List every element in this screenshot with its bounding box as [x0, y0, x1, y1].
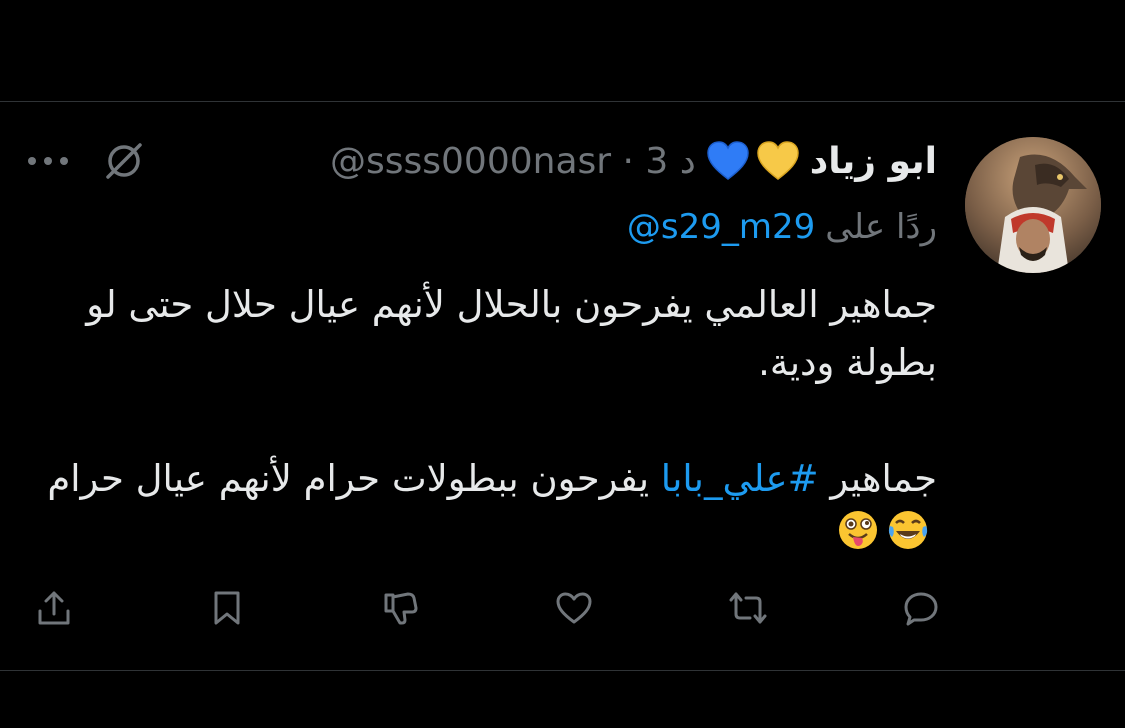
- tweet-paragraph-1: جماهير العالمي يفرحون بالحلال لأنهم عيال…: [86, 283, 937, 384]
- avatar-image: [965, 137, 1101, 273]
- retweet-icon[interactable]: [724, 584, 772, 632]
- hashtag-link[interactable]: #علي_بابا: [661, 457, 819, 500]
- author-name[interactable]: ابو زياد: [810, 141, 937, 182]
- paragraph-2-start: جماهير: [818, 457, 937, 500]
- paragraph-2-end: يفرحون ببطولات حرام لأنهم عيال حرام: [47, 457, 661, 500]
- yellow-heart-icon: [757, 141, 799, 180]
- bottom-divider: [0, 670, 1125, 671]
- author-badges: [706, 141, 800, 181]
- avatar[interactable]: [965, 137, 1101, 273]
- top-divider: [0, 101, 1125, 102]
- share-icon[interactable]: [30, 584, 78, 632]
- action-bar: [30, 584, 945, 632]
- grok-icon[interactable]: [102, 139, 146, 183]
- blue-heart-icon: [707, 141, 749, 180]
- laughing-tears-emoji-icon: [887, 509, 929, 568]
- winking-tongue-emoji-icon: [837, 509, 879, 568]
- reply-handle-link[interactable]: @s29_m29: [627, 207, 815, 247]
- tweet-body: جماهير العالمي يفرحون بالحلال لأنهم عيال…: [37, 276, 937, 568]
- more-icon[interactable]: [26, 155, 70, 167]
- header-actions: [26, 137, 146, 185]
- tweet-header: ابو زياد @ssss0000nasr · 3 د: [330, 137, 937, 185]
- reply-icon[interactable]: [897, 584, 945, 632]
- bookmark-icon[interactable]: [203, 584, 251, 632]
- dislike-icon[interactable]: [377, 584, 425, 632]
- reply-label: ردًا على: [825, 207, 937, 247]
- tweet-paragraph-2: جماهير #علي_بابا يفرحون ببطولات حرام لأن…: [37, 450, 937, 568]
- tweet-meta[interactable]: @ssss0000nasr · 3 د: [330, 141, 696, 182]
- reply-to-line: ردًا على @s29_m29: [627, 203, 937, 251]
- like-icon[interactable]: [550, 584, 598, 632]
